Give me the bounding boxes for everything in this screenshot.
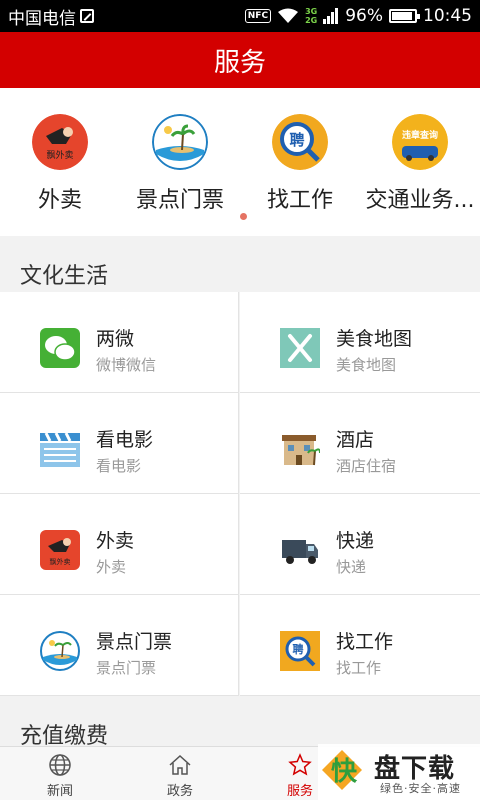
- grid-item-title: 看电影: [96, 429, 154, 451]
- grid-item-title: 酒店: [336, 429, 375, 451]
- status-indicators: NFC 3G 2G 96% 10:45: [244, 6, 472, 26]
- grid-item-title: 两微: [96, 328, 135, 350]
- grid-item-subtitle: 微博微信: [96, 356, 157, 374]
- job-icon-text: 聘: [293, 642, 304, 656]
- job-search-icon: 聘: [280, 631, 320, 671]
- traffic-violation-icon: 违章查询: [392, 114, 448, 170]
- battery-icon: [389, 9, 420, 23]
- grid-item-takeout[interactable]: 飘外卖 外卖 外卖: [0, 494, 239, 595]
- grid-item-wechat-weibo[interactable]: 两微 微博微信: [0, 292, 239, 393]
- takeout-icon-text: 飘外卖: [46, 149, 73, 161]
- sim-card-icon: [80, 9, 94, 23]
- app-header: 服务: [0, 32, 480, 88]
- network-3g-label: 3G: [305, 7, 318, 16]
- takeout-icon: 飘外卖: [32, 114, 88, 170]
- grid-item-title: 景点门票: [96, 631, 173, 653]
- grid-item-food-map[interactable]: 美食地图 美食地图: [240, 292, 480, 393]
- tab-label: 新闻: [46, 784, 73, 799]
- job-icon-text: 聘: [289, 131, 304, 149]
- grid-item-title: 找工作: [336, 631, 394, 653]
- carrier-info: 中国电信: [8, 4, 94, 29]
- signal-icon: [323, 8, 339, 24]
- grid-item-subtitle: 找工作: [336, 659, 382, 677]
- battery-percent: 96%: [345, 6, 383, 26]
- food-map-icon: [280, 328, 320, 368]
- carousel-page-indicator: [240, 213, 247, 220]
- scenic-ticket-icon: [40, 631, 80, 671]
- wechat-icon: [40, 328, 80, 368]
- grid-item-title: 快递: [336, 530, 375, 552]
- quick-item-label: 找工作: [266, 188, 333, 213]
- movie-clapper-icon: [40, 432, 80, 467]
- grid-item-subtitle: 美食地图: [336, 356, 397, 374]
- job-search-icon: 聘: [272, 114, 328, 170]
- status-bar: 中国电信 NFC 3G 2G 96% 10:45: [0, 0, 480, 32]
- wifi-icon: [278, 8, 299, 23]
- grid-item-subtitle: 景点门票: [96, 659, 157, 677]
- grid-item-job-search[interactable]: 聘 找工作 找工作: [240, 595, 480, 696]
- grid-item-hotel[interactable]: 酒店 酒店住宿: [240, 393, 480, 494]
- carrier-name: 中国电信: [8, 8, 76, 29]
- watermark-subtitle: 绿色·安全·高速: [380, 782, 461, 795]
- grid-item-title: 美食地图: [336, 328, 413, 350]
- clock: 10:45: [423, 6, 472, 26]
- grid-item-movie[interactable]: 看电影 看电影: [0, 393, 239, 494]
- quick-item-label: 交通业务...: [365, 188, 475, 213]
- home-icon: [169, 754, 191, 775]
- grid-item-subtitle: 快递: [336, 558, 367, 576]
- tab-government[interactable]: 政务: [120, 747, 240, 800]
- grid-item-subtitle: 外卖: [96, 558, 127, 576]
- quick-services-carousel[interactable]: 飘外卖 外卖 景点门票 聘 找工作 违章查询 交通业务...: [0, 88, 480, 236]
- quick-item-label: 外卖: [37, 188, 82, 213]
- delivery-truck-icon: [282, 540, 318, 564]
- grid-item-scenic-ticket[interactable]: 景点门票 景点门票: [0, 595, 239, 696]
- globe-icon: [49, 754, 71, 776]
- hotel-icon: [282, 435, 320, 466]
- grid-item-subtitle: 看电影: [96, 457, 142, 475]
- network-2g-label: 2G: [305, 16, 318, 25]
- takeout-icon: 飘外卖: [40, 530, 80, 570]
- grid-item-subtitle: 酒店住宿: [336, 457, 397, 475]
- section-header-culture: 文化生活: [0, 236, 480, 292]
- traffic-icon-text: 违章查询: [402, 129, 438, 141]
- section-title: 文化生活: [20, 264, 109, 289]
- watermark-badge: 快: [322, 750, 362, 790]
- grid-item-delivery[interactable]: 快递 快递: [240, 494, 480, 595]
- tab-news[interactable]: 新闻: [0, 747, 120, 800]
- star-icon: [288, 753, 312, 776]
- page-title: 服务: [213, 47, 266, 78]
- watermark-char: 快: [331, 757, 358, 787]
- network-type: 3G 2G: [305, 7, 317, 25]
- nfc-icon: NFC: [244, 9, 272, 23]
- scenic-ticket-icon: [152, 114, 208, 170]
- quick-item-label: 景点门票: [135, 188, 224, 213]
- grid-item-title: 外卖: [96, 530, 135, 552]
- tab-label: 政务: [166, 784, 193, 799]
- takeout-icon-text: 飘外卖: [50, 557, 71, 566]
- watermark-logo: 快 盘下载 绿色·安全·高速: [318, 744, 480, 800]
